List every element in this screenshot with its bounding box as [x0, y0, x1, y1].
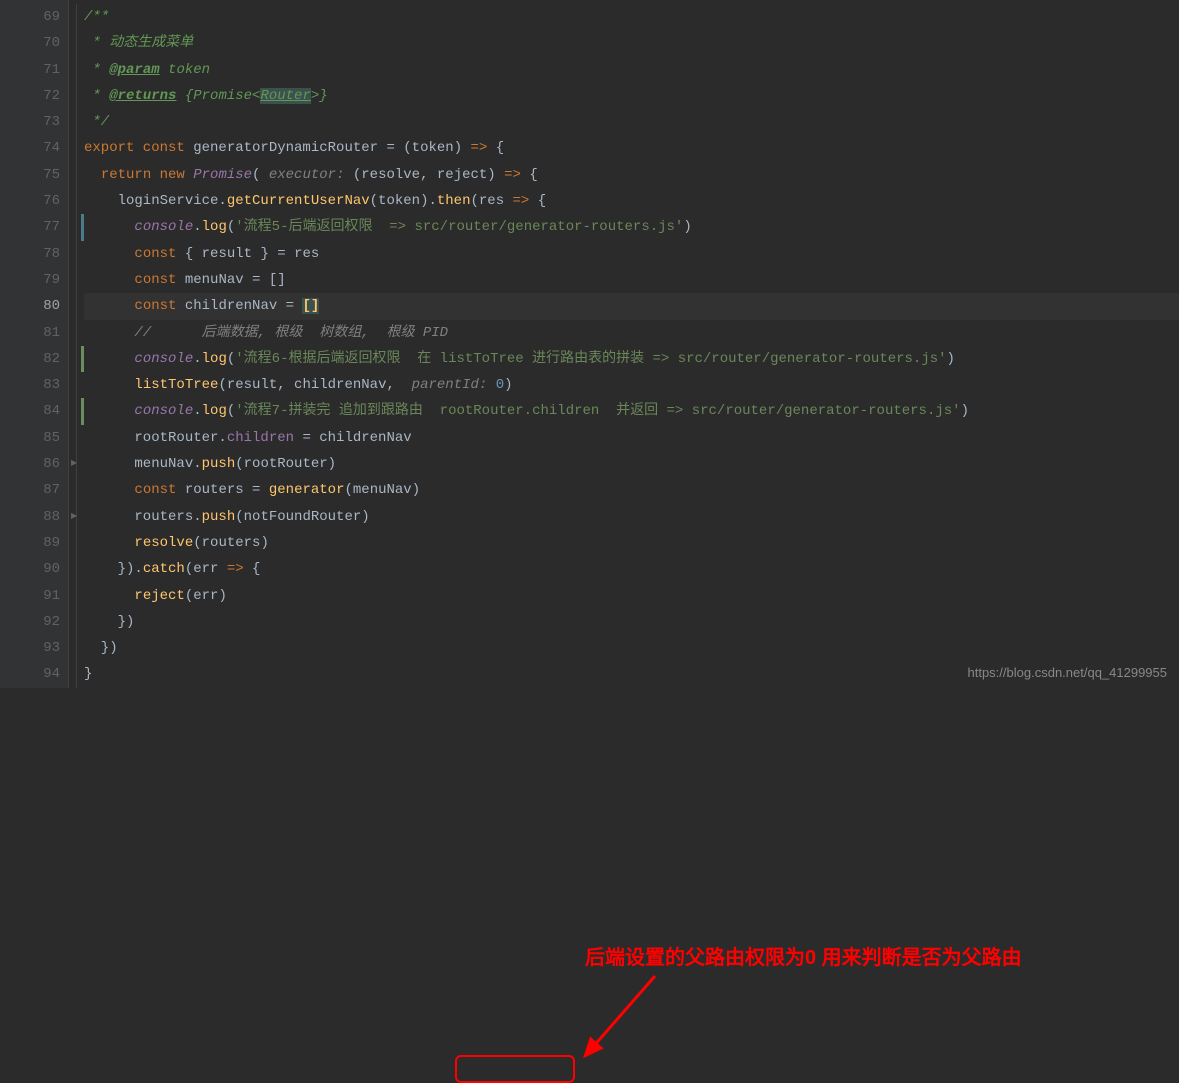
fold-arrow-icon[interactable]: ▶ — [71, 504, 77, 530]
code-line[interactable]: * @returns {Promise<Router>} — [84, 83, 1179, 109]
line-number[interactable]: 88 — [0, 504, 68, 530]
line-number[interactable]: 87 — [0, 477, 68, 503]
code-line[interactable]: console.log('流程6-根据后端返回权限 在 listToTree 进… — [84, 346, 1179, 372]
code-line[interactable]: * @param token — [84, 57, 1179, 83]
line-number[interactable]: 77 — [0, 214, 68, 240]
annotation-arrow-icon — [570, 971, 670, 1071]
code-line[interactable]: return new Promise( executor: (resolve, … — [84, 162, 1179, 188]
watermark: https://blog.csdn.net/qq_41299955 — [968, 665, 1168, 680]
code-line[interactable]: console.log('流程7-拼装完 追加到跟路由 rootRouter.c… — [84, 398, 1179, 424]
code-line[interactable]: export const generatorDynamicRouter = (t… — [84, 135, 1179, 161]
code-line[interactable]: }) — [84, 635, 1179, 661]
code-line[interactable]: const menuNav = [] — [84, 267, 1179, 293]
code-line[interactable]: * 动态生成菜单 — [84, 30, 1179, 56]
code-line[interactable]: console.log('流程5-后端返回权限 => src/router/ge… — [84, 214, 1179, 240]
fold-column[interactable]: ▶▶ — [68, 0, 84, 688]
line-number-gutter[interactable]: 6970717273747576777879808182838485868788… — [0, 0, 68, 688]
line-number[interactable]: 78 — [0, 241, 68, 267]
line-number[interactable]: 90 — [0, 556, 68, 582]
code-line[interactable]: }).catch(err => { — [84, 556, 1179, 582]
line-number[interactable]: 79 — [0, 267, 68, 293]
code-line[interactable]: listToTree(result, childrenNav, parentId… — [84, 372, 1179, 398]
line-number[interactable]: 80 — [0, 293, 68, 319]
code-line[interactable]: const childrenNav = [] — [84, 293, 1179, 319]
code-line[interactable]: menuNav.push(rootRouter) — [84, 451, 1179, 477]
line-number[interactable]: 84 — [0, 398, 68, 424]
code-line[interactable]: routers.push(notFoundRouter) — [84, 504, 1179, 530]
line-number[interactable]: 70 — [0, 30, 68, 56]
line-number[interactable]: 94 — [0, 661, 68, 687]
code-line[interactable]: reject(err) — [84, 583, 1179, 609]
code-line[interactable]: const routers = generator(menuNav) — [84, 477, 1179, 503]
line-number[interactable]: 93 — [0, 635, 68, 661]
line-number[interactable]: 76 — [0, 188, 68, 214]
code-content[interactable]: /** * 动态生成菜单 * @param token * @returns {… — [84, 0, 1179, 688]
code-editor: 6970717273747576777879808182838485868788… — [0, 0, 1179, 688]
code-line[interactable]: loginService.getCurrentUserNav(token).th… — [84, 188, 1179, 214]
line-number[interactable]: 69 — [0, 4, 68, 30]
line-number[interactable]: 82 — [0, 346, 68, 372]
annotation-highlight-box — [455, 1055, 575, 1083]
code-line[interactable]: /** — [84, 4, 1179, 30]
line-number[interactable]: 81 — [0, 320, 68, 346]
code-line[interactable]: resolve(routers) — [84, 530, 1179, 556]
line-number[interactable]: 91 — [0, 583, 68, 609]
line-number[interactable]: 75 — [0, 162, 68, 188]
line-number[interactable]: 92 — [0, 609, 68, 635]
code-line[interactable]: // 后端数据, 根级 树数组, 根级 PID — [84, 320, 1179, 346]
fold-arrow-icon[interactable]: ▶ — [71, 451, 77, 477]
line-number[interactable]: 71 — [0, 57, 68, 83]
code-line[interactable]: const { result } = res — [84, 241, 1179, 267]
line-number[interactable]: 73 — [0, 109, 68, 135]
line-number[interactable]: 72 — [0, 83, 68, 109]
line-number[interactable]: 74 — [0, 135, 68, 161]
annotation-label: 后端设置的父路由权限为0 用来判断是否为父路由 — [585, 941, 1022, 970]
code-line[interactable]: rootRouter.children = childrenNav — [84, 425, 1179, 451]
line-number[interactable]: 86 — [0, 451, 68, 477]
line-number[interactable]: 89 — [0, 530, 68, 556]
code-line[interactable]: }) — [84, 609, 1179, 635]
line-number[interactable]: 85 — [0, 425, 68, 451]
line-number[interactable]: 83 — [0, 372, 68, 398]
code-line[interactable]: */ — [84, 109, 1179, 135]
